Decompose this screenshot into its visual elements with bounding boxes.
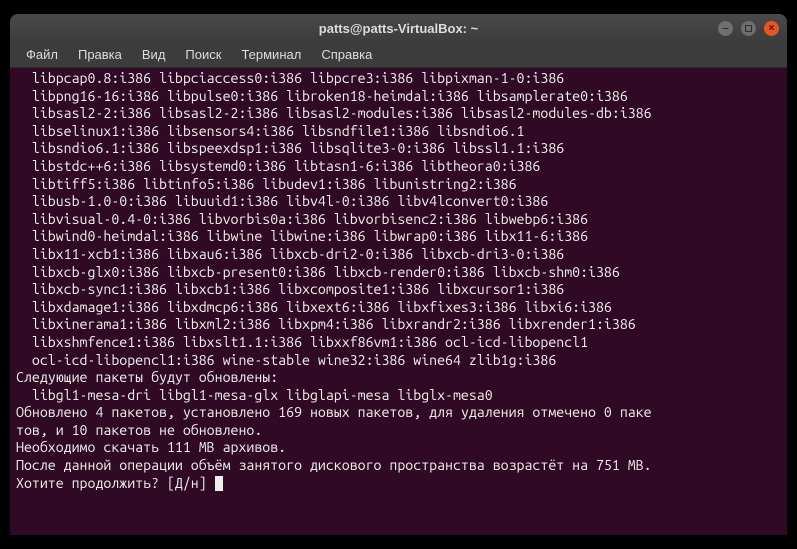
terminal-line: Обновлено 4 пакетов, установлено 169 нов… (16, 404, 781, 422)
menu-edit[interactable]: Правка (70, 44, 130, 65)
terminal-line: Следующие пакеты будут обновлены: (16, 369, 781, 387)
close-button[interactable]: × (764, 21, 779, 36)
terminal-line: libxshmfence1:i386 libxslt1.1:i386 libxx… (16, 334, 781, 352)
titlebar: patts@patts-VirtualBox: ~ ‒ ◻ × (10, 14, 787, 42)
minimize-button[interactable]: ‒ (718, 21, 733, 36)
menubar: Файл Правка Вид Поиск Терминал Справка (10, 42, 787, 68)
terminal-line: libxdamage1:i386 libxdmcp6:i386 libxext6… (16, 299, 781, 317)
menu-file[interactable]: Файл (18, 44, 66, 65)
terminal-line: libsasl2-2:i386 libsasl2-2:i386 libsasl2… (16, 105, 781, 123)
terminal-line: libxcb-sync1:i386 libxcb1:i386 libxcompo… (16, 281, 781, 299)
terminal-line: ocl-icd-libopencl1:i386 wine-stable wine… (16, 352, 781, 370)
terminal-line: libxinerama1:i386 libxml2:i386 libxpm4:i… (16, 316, 781, 334)
terminal-line: libtiff5:i386 libtinfo5:i386 libudev1:i3… (16, 176, 781, 194)
terminal-line: libstdc++6:i386 libsystemd0:i386 libtasn… (16, 158, 781, 176)
menu-help[interactable]: Справка (313, 44, 380, 65)
terminal-line: libgl1-mesa-dri libgl1-mesa-glx libglapi… (16, 387, 781, 405)
terminal-window: patts@patts-VirtualBox: ~ ‒ ◻ × Файл Пра… (10, 14, 787, 535)
terminal-line: libpng16-16:i386 libpulse0:i386 libroken… (16, 88, 781, 106)
terminal-line: тов, и 10 пакетов не обновлено. (16, 422, 781, 440)
window-controls: ‒ ◻ × (718, 21, 779, 36)
terminal-line: libusb-1.0-0:i386 libuuid1:i386 libv4l-0… (16, 193, 781, 211)
terminal-line: libvisual-0.4-0:i386 libvorbis0a:i386 li… (16, 211, 781, 229)
terminal-line: Хотите продолжить? [Д/н] (16, 475, 781, 493)
menu-terminal[interactable]: Терминал (233, 44, 309, 65)
maximize-button[interactable]: ◻ (741, 21, 756, 36)
terminal-line: libselinux1:i386 libsensors4:i386 libsnd… (16, 123, 781, 141)
window-title: patts@patts-VirtualBox: ~ (319, 21, 478, 36)
terminal-line: libpcap0.8:i386 libpciaccess0:i386 libpc… (16, 70, 781, 88)
terminal-line: Необходимо скачать 111 MB архивов. (16, 439, 781, 457)
menu-search[interactable]: Поиск (177, 44, 229, 65)
terminal-line: libx11-xcb1:i386 libxau6:i386 libxcb-dri… (16, 246, 781, 264)
terminal-line: libsndio6.1:i386 libspeexdsp1:i386 libsq… (16, 140, 781, 158)
terminal-line: libwind0-heimdal:i386 libwine libwine:i3… (16, 228, 781, 246)
menu-view[interactable]: Вид (134, 44, 174, 65)
terminal-line: libxcb-glx0:i386 libxcb-present0:i386 li… (16, 264, 781, 282)
terminal-line: После данной операции объём занятого дис… (16, 457, 781, 475)
terminal-output[interactable]: libpcap0.8:i386 libpciaccess0:i386 libpc… (10, 68, 787, 535)
cursor (215, 476, 223, 491)
